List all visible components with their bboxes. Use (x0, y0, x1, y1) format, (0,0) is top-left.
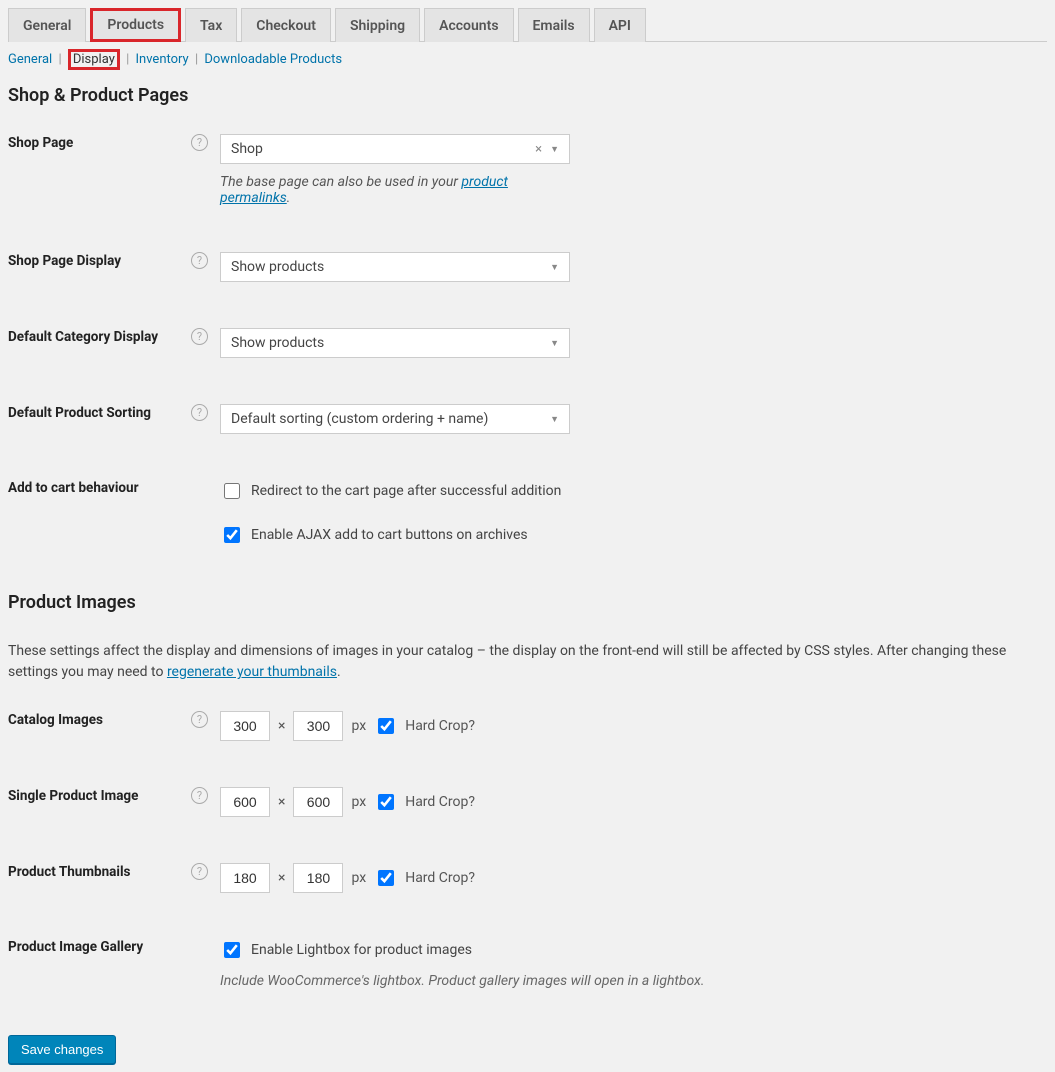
select-value: Show products (231, 259, 324, 275)
tab-accounts[interactable]: Accounts (424, 8, 513, 42)
subtab-inventory[interactable]: Inventory (136, 52, 189, 67)
hardcrop-label: Hard Crop? (405, 870, 475, 886)
separator: | (195, 52, 201, 67)
help-icon[interactable]: ? (191, 252, 208, 269)
select-value: Show products (231, 335, 324, 351)
clear-icon[interactable]: × (535, 142, 542, 157)
catalog-width-input[interactable] (220, 711, 270, 741)
save-changes-button[interactable]: Save changes (8, 1035, 116, 1064)
lightbox-checkbox[interactable] (224, 942, 240, 958)
section-title-shop-pages: Shop & Product Pages (8, 85, 1047, 106)
separator: | (126, 52, 132, 67)
separator: | (58, 52, 64, 67)
times-label: × (278, 870, 285, 886)
hardcrop-label: Hard Crop? (405, 794, 475, 810)
redirect-checkbox[interactable] (224, 483, 240, 499)
desc-text: These settings affect the display and di… (8, 643, 1006, 680)
select-value: Default sorting (custom ordering + name) (231, 411, 488, 427)
tab-api[interactable]: API (594, 8, 646, 42)
regenerate-thumbnails-link[interactable]: regenerate your thumbnails (167, 664, 337, 680)
chevron-down-icon: ▼ (550, 262, 559, 273)
chevron-down-icon: ▼ (550, 144, 559, 155)
help-icon[interactable]: ? (191, 787, 208, 804)
label-product-thumbnails: Product Thumbnails (8, 864, 130, 880)
catalog-height-input[interactable] (293, 711, 343, 741)
px-label: px (351, 718, 366, 734)
px-label: px (351, 870, 366, 886)
label-shop-page: Shop Page (8, 135, 73, 151)
help-icon[interactable]: ? (191, 404, 208, 421)
default-category-display-select[interactable]: Show products ▼ (220, 328, 570, 358)
shop-page-select[interactable]: Shop × ▼ (220, 134, 570, 164)
shop-page-hint: The base page can also be used in your p… (220, 174, 580, 206)
help-icon[interactable]: ? (191, 711, 208, 728)
thumb-height-input[interactable] (293, 863, 343, 893)
tab-products[interactable]: Products (90, 8, 181, 42)
redirect-label: Redirect to the cart page after successf… (251, 483, 561, 499)
help-icon[interactable]: ? (191, 134, 208, 151)
hardcrop-label: Hard Crop? (405, 718, 475, 734)
ajax-checkbox[interactable] (224, 527, 240, 543)
label-default-category-display: Default Category Display (8, 329, 158, 345)
shop-page-value: Shop (231, 141, 263, 157)
times-label: × (278, 718, 285, 734)
lightbox-label: Enable Lightbox for product images (251, 942, 472, 958)
thumb-width-input[interactable] (220, 863, 270, 893)
subtab-display[interactable]: Display (68, 49, 120, 70)
single-width-input[interactable] (220, 787, 270, 817)
chevron-down-icon: ▼ (550, 414, 559, 425)
help-icon[interactable]: ? (191, 328, 208, 345)
chevron-down-icon: ▼ (550, 338, 559, 349)
subtab-general[interactable]: General (8, 52, 52, 67)
tab-shipping[interactable]: Shipping (335, 8, 420, 42)
label-single-product-image: Single Product Image (8, 788, 138, 804)
times-label: × (278, 794, 285, 810)
sub-nav: General | Display | Inventory | Download… (8, 52, 1047, 67)
hint-text: The base page can also be used in your (220, 174, 461, 190)
subtab-downloadable[interactable]: Downloadable Products (204, 52, 342, 67)
section-title-product-images: Product Images (8, 592, 1047, 613)
label-shop-page-display: Shop Page Display (8, 253, 121, 269)
product-images-desc: These settings affect the display and di… (8, 641, 1047, 683)
label-catalog-images: Catalog Images (8, 712, 103, 728)
label-add-to-cart: Add to cart behaviour (8, 480, 139, 496)
tab-emails[interactable]: Emails (518, 8, 590, 42)
px-label: px (351, 794, 366, 810)
thumb-hardcrop-checkbox[interactable] (378, 870, 394, 886)
ajax-label: Enable AJAX add to cart buttons on archi… (251, 527, 528, 543)
tab-tax[interactable]: Tax (185, 8, 237, 42)
single-height-input[interactable] (293, 787, 343, 817)
main-tabs: General Products Tax Checkout Shipping A… (8, 8, 1047, 42)
shop-page-display-select[interactable]: Show products ▼ (220, 252, 570, 282)
catalog-hardcrop-checkbox[interactable] (378, 718, 394, 734)
default-product-sorting-select[interactable]: Default sorting (custom ordering + name)… (220, 404, 570, 434)
tab-checkout[interactable]: Checkout (241, 8, 331, 42)
help-icon[interactable]: ? (191, 863, 208, 880)
label-product-image-gallery: Product Image Gallery (8, 939, 143, 955)
label-default-product-sorting: Default Product Sorting (8, 405, 151, 421)
lightbox-hint: Include WooCommerce's lightbox. Product … (220, 973, 1047, 989)
single-hardcrop-checkbox[interactable] (378, 794, 394, 810)
tab-general[interactable]: General (8, 8, 86, 42)
